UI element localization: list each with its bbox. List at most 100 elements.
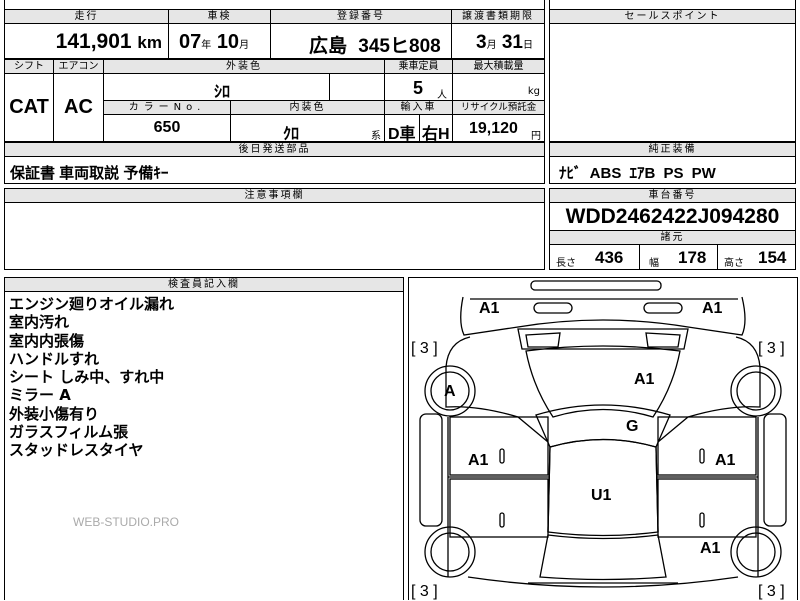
max-load-cell: kg xyxy=(452,73,545,101)
recycle-unit: 円 xyxy=(531,131,541,142)
exterior-color-cell: ｼﾛ xyxy=(103,73,330,101)
exterior-color-value: ｼﾛ xyxy=(214,84,231,101)
aircon-header: エアコン xyxy=(53,59,104,74)
inspector-box: エンジン廻りオイル漏れ 室内汚れ 室内内張傷 ハンドルすれ シート しみ中、すれ… xyxy=(4,291,404,600)
note-line: ハンドルすれ xyxy=(9,349,100,368)
mark-bonnet: A1 xyxy=(634,371,655,388)
mark-front-right-corner: A1 xyxy=(702,300,723,317)
import-header: 輸入車 xyxy=(384,100,453,115)
inspector-header: 検査員記入欄 xyxy=(4,277,404,292)
interior-color-value: ｸﾛ xyxy=(283,126,300,142)
tire-right-bottom: [ 3 ] xyxy=(758,583,785,600)
steering-cell: 右H xyxy=(419,114,453,142)
equipment-header: 純正装備 xyxy=(549,142,796,157)
import-type-cell: D車 xyxy=(384,114,420,142)
recycle-value: 19,120 xyxy=(469,120,518,137)
transfer-day-unit: 日 xyxy=(523,40,533,51)
month-unit: 月 xyxy=(239,40,250,51)
height-cell: 高さ 154 xyxy=(717,244,796,270)
plate-number: 345ヒ808 xyxy=(358,36,441,57)
width-value: 178 xyxy=(678,248,707,267)
transfer-day: 31 xyxy=(501,32,523,53)
later-parts-header: 後日発送部品 xyxy=(4,142,545,157)
mileage-header: 走行 xyxy=(4,9,169,24)
capacity-header: 乗車定員 xyxy=(384,59,453,74)
sales-point-box xyxy=(549,23,796,142)
equipment-value: ﾅﾋﾞ ABS ｴｱB PS PW xyxy=(559,165,716,182)
shift-header: シフト xyxy=(4,59,54,74)
note-line: シート しみ中、すれ中 xyxy=(9,368,165,387)
tire-right-top: [ 3 ] xyxy=(758,340,785,357)
capacity-unit: 人 xyxy=(437,90,447,101)
mileage-unit: km xyxy=(137,33,162,52)
aircon-value: AC xyxy=(53,73,104,142)
dimensions-header: 諸元 xyxy=(549,230,796,245)
mark-windshield: G xyxy=(626,418,639,435)
mark-roof: U1 xyxy=(591,487,612,504)
capacity-cell: 5 人 xyxy=(384,73,453,101)
import-type-value: D車 xyxy=(388,126,416,142)
transfer-deadline-header: 譲渡書類期限 xyxy=(451,9,545,24)
note-line: 外装小傷有り xyxy=(9,404,100,423)
registration-header: 登録番号 xyxy=(270,9,452,24)
interior-color-cell: ｸﾛ 系 xyxy=(230,114,385,142)
exterior-color-extra-cell xyxy=(329,73,385,101)
registration-cell: 広島 345ヒ808 xyxy=(270,23,452,59)
sales-point-header: セールスポイント xyxy=(549,9,796,24)
tire-left-top: [ 3 ] xyxy=(411,340,438,357)
note-line: 室内内張傷 xyxy=(9,331,85,350)
note-line: ガラスフィルム張 xyxy=(9,423,129,442)
later-parts-cell: 保証書 車両取説 予備ｷｰ xyxy=(4,156,545,184)
height-label: 高さ xyxy=(724,258,744,269)
transfer-month: 3 xyxy=(476,32,487,53)
inspection-cell: 07年 10月 xyxy=(168,23,271,59)
length-cell: 長さ 436 xyxy=(549,244,640,270)
transfer-deadline-cell: 3月 31日 xyxy=(451,23,545,59)
max-load-header: 最大積載量 xyxy=(452,59,545,74)
shift-value: CAT xyxy=(4,73,54,142)
recycle-header: リサイクル預託金 xyxy=(452,100,545,115)
color-no-value: 650 xyxy=(103,114,231,142)
mileage-value: 141,901 xyxy=(55,30,132,53)
steering-value: 右H xyxy=(422,126,450,142)
car-diagram xyxy=(419,280,787,588)
note-line: ミラー A xyxy=(9,386,71,405)
recycle-cell: 19,120 円 xyxy=(452,114,545,142)
length-label: 長さ xyxy=(556,258,576,269)
caution-box xyxy=(4,202,545,270)
width-cell: 幅 178 xyxy=(639,244,718,270)
equipment-cell: ﾅﾋﾞ ABS ｴｱB PS PW xyxy=(549,156,796,184)
mark-right-rear: A1 xyxy=(700,540,721,557)
mark-left-front-door: A1 xyxy=(468,452,489,469)
chassis-header: 車台番号 xyxy=(549,188,796,203)
inspector-notes: エンジン廻りオイル漏れ 室内汚れ 室内内張傷 ハンドルすれ シート しみ中、すれ… xyxy=(9,295,174,460)
mark-left-front-wheel: A xyxy=(444,383,456,400)
note-line: エンジン廻りオイル漏れ xyxy=(9,295,175,313)
note-line: 室内汚れ xyxy=(9,313,70,332)
exterior-color-header: 外装色 xyxy=(103,59,385,74)
height-value: 154 xyxy=(758,248,787,267)
top-frame-edge-right xyxy=(549,0,796,9)
plate-region: 広島 xyxy=(309,36,348,57)
width-label: 幅 xyxy=(649,258,659,269)
chassis-number: WDD2462422J094280 xyxy=(549,202,796,231)
inspection-header: 車検 xyxy=(168,9,271,24)
length-value: 436 xyxy=(595,248,624,267)
caution-header: 注意事項欄 xyxy=(4,188,545,203)
watermark: WEB-STUDIO.PRO xyxy=(73,515,180,529)
inspection-year: 07 xyxy=(179,31,202,53)
capacity-value: 5 xyxy=(413,78,424,98)
later-parts-value: 保証書 車両取説 予備ｷｰ xyxy=(10,165,169,182)
tire-left-bottom: [ 3 ] xyxy=(411,583,438,600)
load-unit: kg xyxy=(527,86,540,97)
note-line: スタッドレスタイヤ xyxy=(9,441,144,460)
mark-front-left-corner: A1 xyxy=(479,300,500,317)
top-frame-edge xyxy=(4,0,545,9)
inspection-month: 10 xyxy=(216,31,240,53)
mark-right-front-door: A1 xyxy=(715,452,736,469)
transfer-month-unit: 月 xyxy=(486,40,497,51)
mileage-cell: 141,901 km xyxy=(4,23,169,59)
interior-suffix: 系 xyxy=(371,131,381,142)
color-no-header: カラーNo. xyxy=(103,100,231,115)
interior-color-header: 内装色 xyxy=(230,100,385,115)
